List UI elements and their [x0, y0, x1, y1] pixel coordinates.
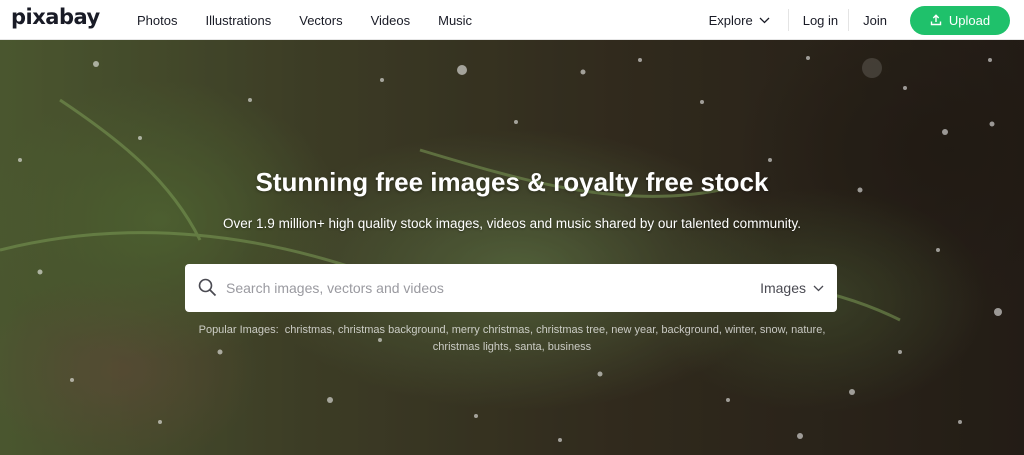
chevron-down-icon	[813, 285, 824, 291]
login-link[interactable]: Log in	[803, 13, 838, 28]
popular-term[interactable]: christmas	[285, 324, 332, 336]
search-type-dropdown[interactable]: Images	[760, 264, 824, 312]
main-nav: Photos Illustrations Vectors Videos Musi…	[137, 0, 500, 40]
explore-menu[interactable]: Explore	[709, 13, 770, 28]
popular-term[interactable]: snow	[760, 324, 785, 336]
popular-searches: Popular Images: christmas, christmas bac…	[198, 324, 826, 353]
popular-term[interactable]: christmas tree	[536, 324, 605, 336]
upload-icon	[930, 14, 942, 26]
join-link[interactable]: Join	[863, 13, 887, 28]
nav-divider	[787, 9, 789, 31]
nav-videos[interactable]: Videos	[371, 13, 411, 28]
hero-subtitle: Over 1.9 million+ high quality stock ima…	[223, 216, 801, 231]
search-icon[interactable]	[198, 278, 217, 297]
search-bar: Images	[185, 264, 837, 312]
upload-button[interactable]: Upload	[910, 5, 1010, 35]
popular-term[interactable]: santa	[515, 341, 542, 353]
popular-term[interactable]: winter	[725, 324, 754, 336]
popular-term[interactable]: nature	[791, 324, 822, 336]
popular-term[interactable]: merry christmas	[452, 324, 530, 336]
hero-section: Stunning free images & royalty free stoc…	[0, 40, 1024, 455]
explore-label: Explore	[708, 12, 753, 28]
popular-term[interactable]: christmas lights	[433, 341, 509, 353]
popular-term[interactable]: business	[548, 341, 591, 353]
top-navigation-bar: pixabay Photos Illustrations Vectors Vid…	[0, 0, 1024, 40]
nav-vectors[interactable]: Vectors	[299, 13, 342, 28]
popular-term[interactable]: background	[661, 324, 719, 336]
popular-term[interactable]: new year	[611, 324, 655, 336]
pixabay-logo[interactable]: pixabay	[11, 5, 100, 29]
hero-title: Stunning free images & royalty free stoc…	[255, 167, 769, 197]
nav-music[interactable]: Music	[438, 13, 472, 28]
search-type-label: Images	[760, 280, 806, 296]
nav-illustrations[interactable]: Illustrations	[205, 13, 271, 28]
popular-term[interactable]: christmas background	[338, 324, 446, 336]
snowflake-background	[0, 56, 1002, 442]
chevron-down-icon	[759, 17, 770, 23]
popular-label: Popular Images:	[198, 324, 279, 336]
search-input[interactable]	[226, 264, 746, 312]
upload-label: Upload	[948, 12, 991, 28]
account-nav: Explore Log in Join Upload	[709, 0, 1010, 40]
nav-divider	[848, 9, 850, 31]
nav-photos[interactable]: Photos	[137, 13, 177, 28]
